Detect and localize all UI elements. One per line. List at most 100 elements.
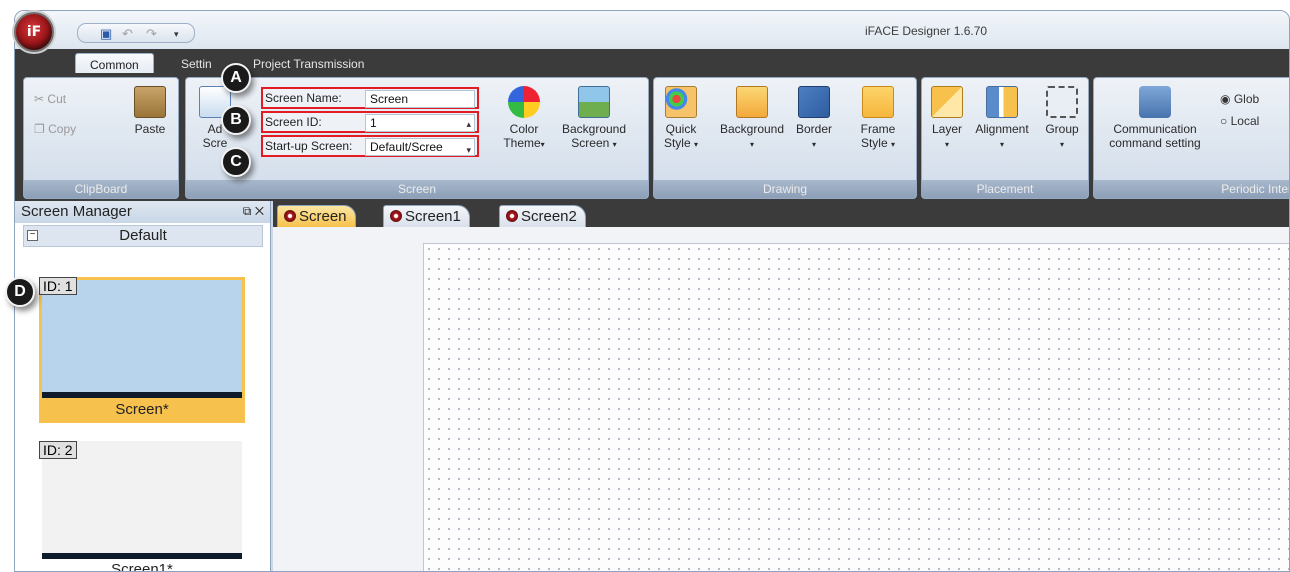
screen-icon (506, 210, 518, 222)
startup-screen-row: Start-up Screen: Default/Scree ▾ (261, 135, 479, 157)
clipboard-group: ✂ Cut ❐ Copy Paste ClipBoard (23, 77, 179, 199)
screen-icon (390, 210, 402, 222)
collapse-icon[interactable]: − (27, 230, 38, 241)
paste-button[interactable]: Paste (128, 86, 172, 136)
screen-caption: Screen1* (111, 561, 173, 572)
screen-name-label: Screen Name: (265, 91, 342, 105)
tab-common[interactable]: Common (75, 53, 154, 75)
screen-caption: Screen* (115, 401, 169, 418)
frame-icon (862, 86, 894, 118)
chevron-down-icon: ▾ (749, 140, 754, 149)
group-button[interactable]: Group ▾ (1040, 86, 1084, 152)
startup-screen-select[interactable]: Default/Scree ▾ (365, 138, 475, 156)
copy-button[interactable]: ❐ Copy (34, 122, 76, 136)
chevron-down-icon: ▾ (540, 140, 545, 149)
background-button[interactable]: Background ▾ (714, 86, 790, 152)
fill-icon (736, 86, 768, 118)
scissors-icon: ✂ (34, 92, 45, 106)
screen-manager-header: Screen Manager ⧉ ✕ (15, 201, 270, 223)
save-icon[interactable]: ▣ (100, 26, 112, 42)
radio-selected-icon: ◉ (1220, 92, 1231, 106)
chevron-down-icon: ▾ (944, 140, 949, 149)
landscape-icon (578, 86, 610, 118)
quick-style-button[interactable]: Quick Style ▾ (660, 86, 702, 152)
screen-group-header[interactable]: − Default (23, 225, 263, 247)
screen-id-tag: ID: 1 (39, 277, 77, 295)
copy-icon: ❐ (34, 122, 45, 136)
drawing-group: Quick Style ▾ Background ▾ Border ▾ Fram… (653, 77, 917, 199)
periodic-interval-group: Communication command setting ◉ Glob ○ L… (1093, 77, 1289, 199)
background-screen-button[interactable]: Background Screen ▾ (554, 86, 634, 152)
radio-unselected-icon: ○ (1220, 114, 1228, 128)
alignment-icon (986, 86, 1018, 118)
float-icon[interactable]: ⧉ (243, 204, 252, 218)
screen-thumbnail-1[interactable]: ID: 1 Screen* (39, 277, 245, 423)
chevron-down-icon: ▾ (694, 140, 699, 149)
screen-manager-title: Screen Manager (21, 203, 132, 220)
chevron-down-icon: ▾ (612, 140, 617, 149)
marker-a: A (221, 63, 251, 93)
screen-thumbnail-2[interactable]: ID: 2 Screen1* (39, 441, 245, 572)
app-orb-button[interactable]: iF (14, 12, 54, 52)
chevron-down-icon: ▾ (999, 140, 1004, 149)
layer-button[interactable]: Layer ▾ (926, 86, 968, 152)
paste-icon (134, 86, 166, 118)
design-canvas[interactable] (423, 243, 1289, 571)
screen-name-input[interactable]: Screen (365, 90, 475, 108)
radio-local[interactable]: ○ Local (1220, 114, 1259, 128)
app-window: ▣ ↶ ↷ ▾ iFACE Designer 1.6.70 Common Set… (14, 10, 1290, 572)
marker-d: D (5, 277, 35, 307)
screen-group-label: Screen (186, 180, 648, 198)
screen-id-label: Screen ID: (265, 115, 322, 129)
close-icon[interactable]: ✕ (255, 204, 264, 218)
frame-style-button[interactable]: Frame Style ▾ (850, 86, 906, 152)
spinner-arrows-icon[interactable]: ▴ (466, 116, 471, 132)
screen-name-row: Screen Name: Screen (261, 87, 479, 109)
undo-icon[interactable]: ↶ (122, 26, 133, 42)
chevron-down-icon: ▾ (811, 140, 816, 149)
doc-tab-screen1[interactable]: Screen1 (383, 205, 470, 227)
communication-command-button[interactable]: Communication command setting (1100, 86, 1210, 150)
placement-group-label: Placement (922, 180, 1088, 198)
startup-screen-label: Start-up Screen: (265, 139, 353, 153)
marker-c: C (221, 147, 251, 177)
chevron-down-icon: ▾ (891, 140, 896, 149)
doc-tab-screen2[interactable]: Screen2 (499, 205, 586, 227)
doc-tab-screen[interactable]: Screen (277, 205, 356, 227)
layer-icon (931, 86, 963, 118)
screen-id-row: Screen ID: 1 ▴ (261, 111, 479, 133)
panel-controls: ⧉ ✕ (243, 204, 264, 219)
screen-icon (284, 210, 296, 222)
screen-manager-panel: Screen Manager ⧉ ✕ − Default ID: 1 Scree… (15, 201, 271, 572)
ribbon: ✂ Cut ❐ Copy Paste ClipBoard Ad Scre Col… (15, 73, 1289, 201)
drawing-group-label: Drawing (654, 180, 916, 198)
palette-icon (665, 86, 697, 118)
redo-icon[interactable]: ↷ (146, 26, 157, 42)
border-button[interactable]: Border ▾ (790, 86, 838, 152)
title-bar: ▣ ↶ ↷ ▾ iFACE Designer 1.6.70 (15, 11, 1289, 49)
clipboard-group-label: ClipBoard (24, 180, 178, 198)
dropdown-icon[interactable]: ▾ (174, 29, 179, 40)
chevron-down-icon: ▾ (466, 145, 471, 155)
document-area: Screen Screen1 Screen2 (273, 201, 1289, 571)
chevron-down-icon: ▾ (1059, 140, 1064, 149)
paint-bucket-icon (508, 86, 540, 118)
brush-icon (798, 86, 830, 118)
quick-access-toolbar: ▣ ↶ ↷ ▾ (77, 23, 195, 43)
document-tab-bar: Screen Screen1 Screen2 (273, 201, 1289, 227)
thumbnail-preview (42, 280, 242, 398)
network-icon (1139, 86, 1171, 118)
ribbon-tab-bar: Common Settin Project Transmission (15, 49, 1289, 75)
alignment-button[interactable]: Alignment ▾ (968, 86, 1036, 152)
canvas-background (273, 227, 1289, 571)
screen-id-tag: ID: 2 (39, 441, 77, 459)
screen-id-input[interactable]: 1 ▴ (365, 114, 475, 132)
periodic-interval-label: Periodic Interv (1094, 180, 1289, 198)
tab-project-transmission[interactable]: Project Transmission (251, 53, 366, 75)
marker-b: B (221, 105, 251, 135)
cut-button[interactable]: ✂ Cut (34, 92, 66, 106)
tab-settings[interactable]: Settin (171, 53, 222, 75)
color-theme-button[interactable]: Color Theme▾ (502, 86, 546, 152)
radio-global[interactable]: ◉ Glob (1220, 92, 1259, 106)
placement-group: Layer ▾ Alignment ▾ Group ▾ Placement (921, 77, 1089, 199)
